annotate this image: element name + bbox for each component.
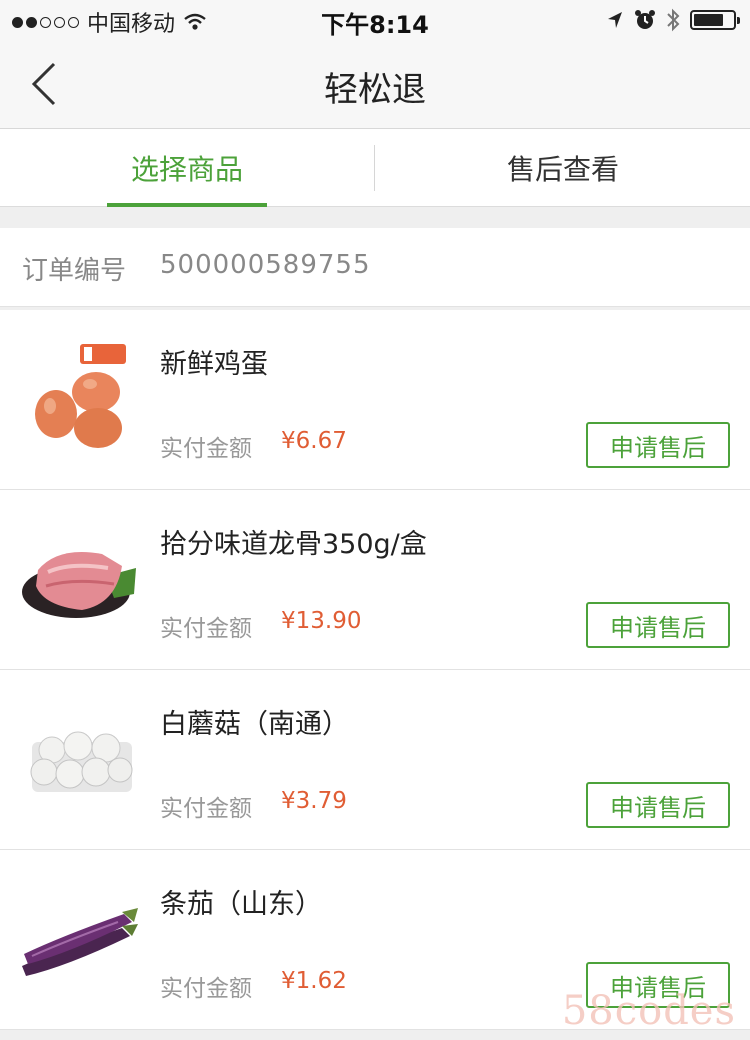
tab-select-items[interactable]: 选择商品	[0, 129, 374, 206]
product-list: 新鲜鸡蛋 实付金额 ¥6.67 申请售后 拾分味道龙骨350g/盒 实付金额 ¥…	[0, 310, 750, 1030]
nav-bar: 轻松退	[0, 40, 750, 129]
paid-amount-label: 实付金额	[160, 976, 252, 1002]
item-name: 拾分味道龙骨350g/盒	[160, 529, 427, 560]
tab-after-sales-view[interactable]: 售后查看	[376, 129, 750, 206]
bluetooth-icon	[667, 8, 680, 32]
order-number-row: 订单编号 500000589755	[0, 228, 750, 307]
item-price: ¥13.90	[281, 608, 362, 634]
pork-bone-image	[22, 552, 136, 618]
battery-icon	[690, 10, 740, 30]
status-right	[606, 8, 740, 32]
apply-after-sales-button[interactable]: 申请售后	[586, 422, 730, 468]
order-number-value: 500000589755	[160, 250, 371, 280]
mushrooms-image	[30, 731, 133, 792]
paid-amount-label: 实付金额	[160, 796, 252, 822]
apply-after-sales-button[interactable]: 申请售后	[586, 782, 730, 828]
item-price: ¥1.62	[281, 968, 347, 994]
paid-amount-label: 实付金额	[160, 436, 252, 462]
paid-amount-label: 实付金额	[160, 616, 252, 642]
tab-bar: 选择商品 售后查看	[0, 129, 750, 207]
eggplant-image	[22, 908, 138, 976]
eggs-image	[35, 344, 126, 448]
item-name: 新鲜鸡蛋	[160, 349, 268, 380]
list-item: 白蘑菇（南通） 实付金额 ¥3.79 申请售后	[0, 670, 750, 850]
active-tab-indicator	[107, 203, 267, 207]
item-name: 白蘑菇（南通）	[160, 709, 349, 740]
item-price: ¥3.79	[281, 788, 347, 814]
item-name: 条茄（山东）	[160, 889, 322, 920]
page-title: 轻松退	[324, 70, 426, 110]
order-number-label: 订单编号	[22, 256, 127, 286]
alarm-clock-icon	[635, 10, 655, 29]
apply-after-sales-button[interactable]: 申请售后	[586, 602, 730, 648]
location-arrow-icon	[608, 12, 622, 28]
status-bar: 中国移动 下午8:14	[0, 0, 750, 40]
list-item: 新鲜鸡蛋 实付金额 ¥6.67 申请售后	[0, 310, 750, 490]
item-price: ¥6.67	[281, 428, 347, 454]
tab-divider	[374, 145, 375, 191]
watermark: 58codes	[561, 988, 736, 1034]
list-item: 拾分味道龙骨350g/盒 实付金额 ¥13.90 申请售后	[0, 490, 750, 670]
